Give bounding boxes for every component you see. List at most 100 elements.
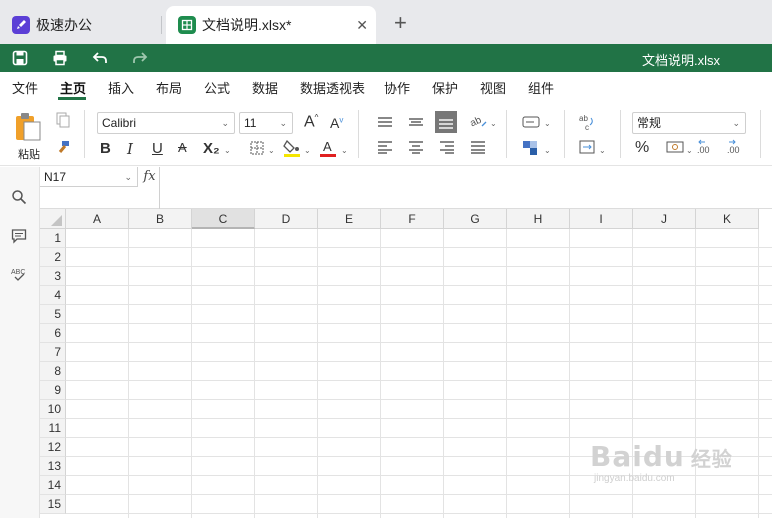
- chevron-down-icon: ⌄: [279, 118, 287, 128]
- subscript-button[interactable]: X₂: [203, 140, 220, 157]
- menu-file[interactable]: 文件: [12, 78, 38, 97]
- menu-layout[interactable]: 布局: [156, 78, 182, 97]
- column-header[interactable]: A: [66, 209, 129, 229]
- text-orientation-icon[interactable]: ab: [469, 113, 487, 129]
- merge-cells-icon[interactable]: [579, 140, 595, 154]
- italic-button[interactable]: I: [127, 140, 133, 158]
- font-name-select[interactable]: Calibri ⌄: [97, 112, 235, 134]
- chevron-down-icon[interactable]: ⌄: [304, 146, 311, 155]
- increase-font-icon[interactable]: A^: [304, 113, 318, 131]
- menu-view[interactable]: 视图: [480, 78, 506, 97]
- name-box[interactable]: N17 ⌄: [40, 167, 138, 187]
- svg-text:ab: ab: [579, 114, 588, 123]
- column-header[interactable]: H: [507, 209, 570, 229]
- copy-icon[interactable]: [56, 112, 70, 128]
- column-header[interactable]: C: [192, 209, 255, 229]
- currency-icon[interactable]: [666, 140, 684, 154]
- menu-plugins[interactable]: 组件: [528, 78, 554, 97]
- strikethrough-button[interactable]: A: [178, 140, 187, 155]
- percent-button[interactable]: %: [635, 139, 649, 157]
- bold-button[interactable]: B: [100, 140, 111, 157]
- row-header[interactable]: 12: [40, 438, 66, 457]
- row-header[interactable]: 5: [40, 305, 66, 324]
- svg-text:.00: .00: [697, 145, 710, 155]
- menu-home[interactable]: 主页: [60, 78, 86, 97]
- chevron-down-icon[interactable]: ⌄: [224, 146, 231, 155]
- column-header[interactable]: E: [318, 209, 381, 229]
- conditional-format-icon[interactable]: [522, 140, 538, 156]
- spellcheck-icon[interactable]: ABC: [10, 266, 28, 282]
- align-right-icon[interactable]: [439, 140, 455, 154]
- underline-button[interactable]: U: [152, 140, 163, 157]
- undo-icon[interactable]: [92, 50, 108, 66]
- column-header[interactable]: J: [633, 209, 696, 229]
- chevron-down-icon[interactable]: ⌄: [599, 146, 606, 155]
- cell-style-icon[interactable]: [522, 115, 540, 129]
- row-header[interactable]: 1: [40, 229, 66, 248]
- menu-data[interactable]: 数据: [252, 78, 278, 97]
- fill-color-icon[interactable]: [283, 138, 301, 158]
- decrease-decimal-icon[interactable]: .00: [697, 139, 715, 155]
- tab-home[interactable]: 极速办公: [0, 6, 162, 44]
- select-all-corner[interactable]: [40, 209, 66, 229]
- row-header[interactable]: 2: [40, 248, 66, 267]
- row-header[interactable]: 6: [40, 324, 66, 343]
- row-header[interactable]: 14: [40, 476, 66, 495]
- decrease-font-icon[interactable]: Av: [330, 115, 343, 131]
- tab-document[interactable]: 文档说明.xlsx* ✕: [166, 6, 376, 44]
- column-header[interactable]: F: [381, 209, 444, 229]
- row-header[interactable]: 4: [40, 286, 66, 305]
- search-icon[interactable]: [11, 189, 27, 205]
- format-painter-icon[interactable]: [56, 140, 70, 156]
- justify-icon[interactable]: [470, 140, 486, 154]
- title-bar: 文档说明.xlsx: [0, 44, 772, 72]
- close-icon[interactable]: ✕: [356, 17, 368, 34]
- column-header[interactable]: I: [570, 209, 633, 229]
- row-header[interactable]: 3: [40, 267, 66, 286]
- align-left-icon[interactable]: [377, 140, 393, 154]
- chevron-down-icon[interactable]: ⌄: [341, 146, 348, 155]
- menu-formula[interactable]: 公式: [204, 78, 230, 97]
- font-size-select[interactable]: 11 ⌄: [239, 112, 293, 134]
- column-header[interactable]: D: [255, 209, 318, 229]
- new-tab-icon[interactable]: +: [394, 12, 407, 34]
- paste-icon[interactable]: [14, 112, 42, 142]
- redo-icon[interactable]: [132, 50, 148, 66]
- chevron-down-icon[interactable]: ⌄: [544, 119, 551, 128]
- column-header[interactable]: B: [129, 209, 192, 229]
- menu-insert[interactable]: 插入: [108, 78, 134, 97]
- menu-pivot-table[interactable]: 数据透视表: [300, 78, 365, 97]
- row-header[interactable]: 9: [40, 381, 66, 400]
- row-header[interactable]: 13: [40, 457, 66, 476]
- chevron-down-icon[interactable]: ⌄: [544, 146, 551, 155]
- row-header[interactable]: 15: [40, 495, 66, 514]
- increase-decimal-icon[interactable]: .00: [727, 139, 745, 155]
- borders-icon[interactable]: [250, 141, 264, 155]
- align-center-icon[interactable]: [408, 140, 424, 154]
- column-header[interactable]: G: [444, 209, 507, 229]
- align-middle-icon[interactable]: [408, 115, 424, 129]
- row-header[interactable]: 11: [40, 419, 66, 438]
- row-header[interactable]: 10: [40, 400, 66, 419]
- watermark-sub: 经验: [690, 447, 733, 471]
- rocket-icon: [12, 16, 30, 34]
- print-icon[interactable]: [52, 50, 68, 66]
- function-icon[interactable]: fx: [140, 167, 160, 187]
- chevron-down-icon[interactable]: ⌄: [268, 146, 275, 155]
- column-header[interactable]: K: [696, 209, 759, 229]
- row-header[interactable]: 8: [40, 362, 66, 381]
- menu-protect[interactable]: 保护: [432, 78, 458, 97]
- number-format-select[interactable]: 常规 ⌄: [632, 112, 746, 134]
- row-header[interactable]: 7: [40, 343, 66, 362]
- align-bottom-icon[interactable]: [435, 111, 457, 133]
- formula-input[interactable]: [162, 167, 772, 209]
- align-top-icon[interactable]: [377, 115, 393, 129]
- chevron-down-icon[interactable]: ⌄: [686, 146, 693, 155]
- menu-collaborate[interactable]: 协作: [384, 78, 410, 97]
- chevron-down-icon[interactable]: ⌄: [490, 119, 497, 128]
- wrap-text-icon[interactable]: abc: [579, 113, 595, 131]
- font-color-icon[interactable]: A: [319, 138, 337, 158]
- save-icon[interactable]: [12, 50, 28, 66]
- chevron-down-icon: ⌄: [221, 118, 229, 128]
- comment-icon[interactable]: [11, 228, 27, 244]
